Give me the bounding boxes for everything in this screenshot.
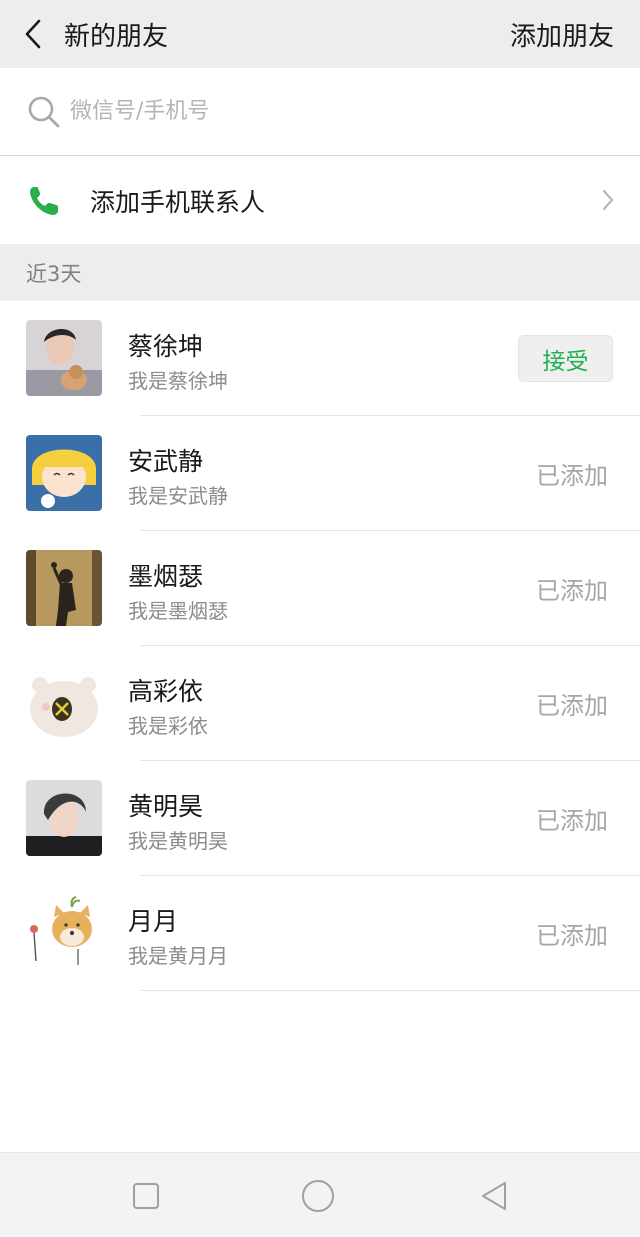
list-item[interactable]: 月月 我是黄月月 已添加 (0, 876, 640, 991)
contact-name: 蔡徐坤 (128, 332, 204, 361)
add-friend-button[interactable]: 添加朋友 (510, 16, 614, 53)
page-title: 新的朋友 (64, 21, 169, 52)
list-item[interactable]: 安武静 我是安武静 已添加 (0, 416, 640, 531)
square-icon (133, 1183, 159, 1209)
phone-icon (30, 186, 58, 215)
avatar (26, 320, 102, 396)
search-bar (0, 68, 640, 156)
search-icon (28, 96, 60, 127)
added-status: 已添加 (536, 807, 608, 835)
contact-name: 黄明昊 (128, 792, 204, 821)
avatar (26, 435, 102, 511)
list-item[interactable]: 高彩依 我是彩依 已添加 (0, 646, 640, 761)
list-item[interactable]: 蔡徐坤 我是蔡徐坤 接受 (0, 301, 640, 416)
contact-message: 我是彩依 (128, 714, 208, 738)
avatar (26, 895, 102, 971)
contact-message: 我是蔡徐坤 (128, 369, 228, 393)
system-navigation-bar (0, 1152, 640, 1237)
contact-message: 我是黄明昊 (128, 829, 228, 853)
search-input[interactable] (70, 99, 570, 124)
contact-message: 我是安武静 (128, 484, 228, 508)
add-phone-contacts-row[interactable]: 添加手机联系人 (0, 157, 640, 244)
contact-name: 安武静 (128, 447, 204, 476)
chevron-right-icon (602, 189, 614, 211)
added-status: 已添加 (536, 462, 608, 490)
added-status: 已添加 (536, 692, 608, 720)
recent-apps-button[interactable] (128, 1178, 164, 1214)
list-item[interactable]: 黄明昊 我是黄明昊 已添加 (0, 761, 640, 876)
home-button[interactable] (300, 1178, 336, 1214)
contact-name: 高彩依 (128, 677, 204, 706)
contact-message: 我是黄月月 (128, 944, 228, 968)
avatar (26, 780, 102, 856)
contact-message: 我是墨烟瑟 (128, 599, 228, 623)
accept-button[interactable]: 接受 (518, 335, 613, 382)
back-arrow-icon (25, 19, 41, 49)
contact-name: 月月 (128, 907, 179, 936)
top-bar: 新的朋友 添加朋友 (0, 0, 640, 68)
nav-back-button[interactable] (476, 1178, 512, 1214)
avatar (26, 665, 102, 741)
section-header: 近3天 (0, 244, 640, 301)
contact-name: 墨烟瑟 (128, 562, 204, 591)
circle-icon (302, 1180, 334, 1212)
avatar (26, 550, 102, 626)
added-status: 已添加 (536, 922, 608, 950)
section-label: 近3天 (26, 261, 82, 286)
friend-request-list: 蔡徐坤 我是蔡徐坤 接受 安武静 我是安武静 已添加 墨烟瑟 我是墨烟瑟 已添加… (0, 301, 640, 991)
triangle-back-icon (482, 1182, 506, 1210)
back-button[interactable] (10, 0, 56, 68)
list-item[interactable]: 墨烟瑟 我是墨烟瑟 已添加 (0, 531, 640, 646)
add-phone-contacts-label: 添加手机联系人 (90, 187, 266, 217)
added-status: 已添加 (536, 577, 608, 605)
